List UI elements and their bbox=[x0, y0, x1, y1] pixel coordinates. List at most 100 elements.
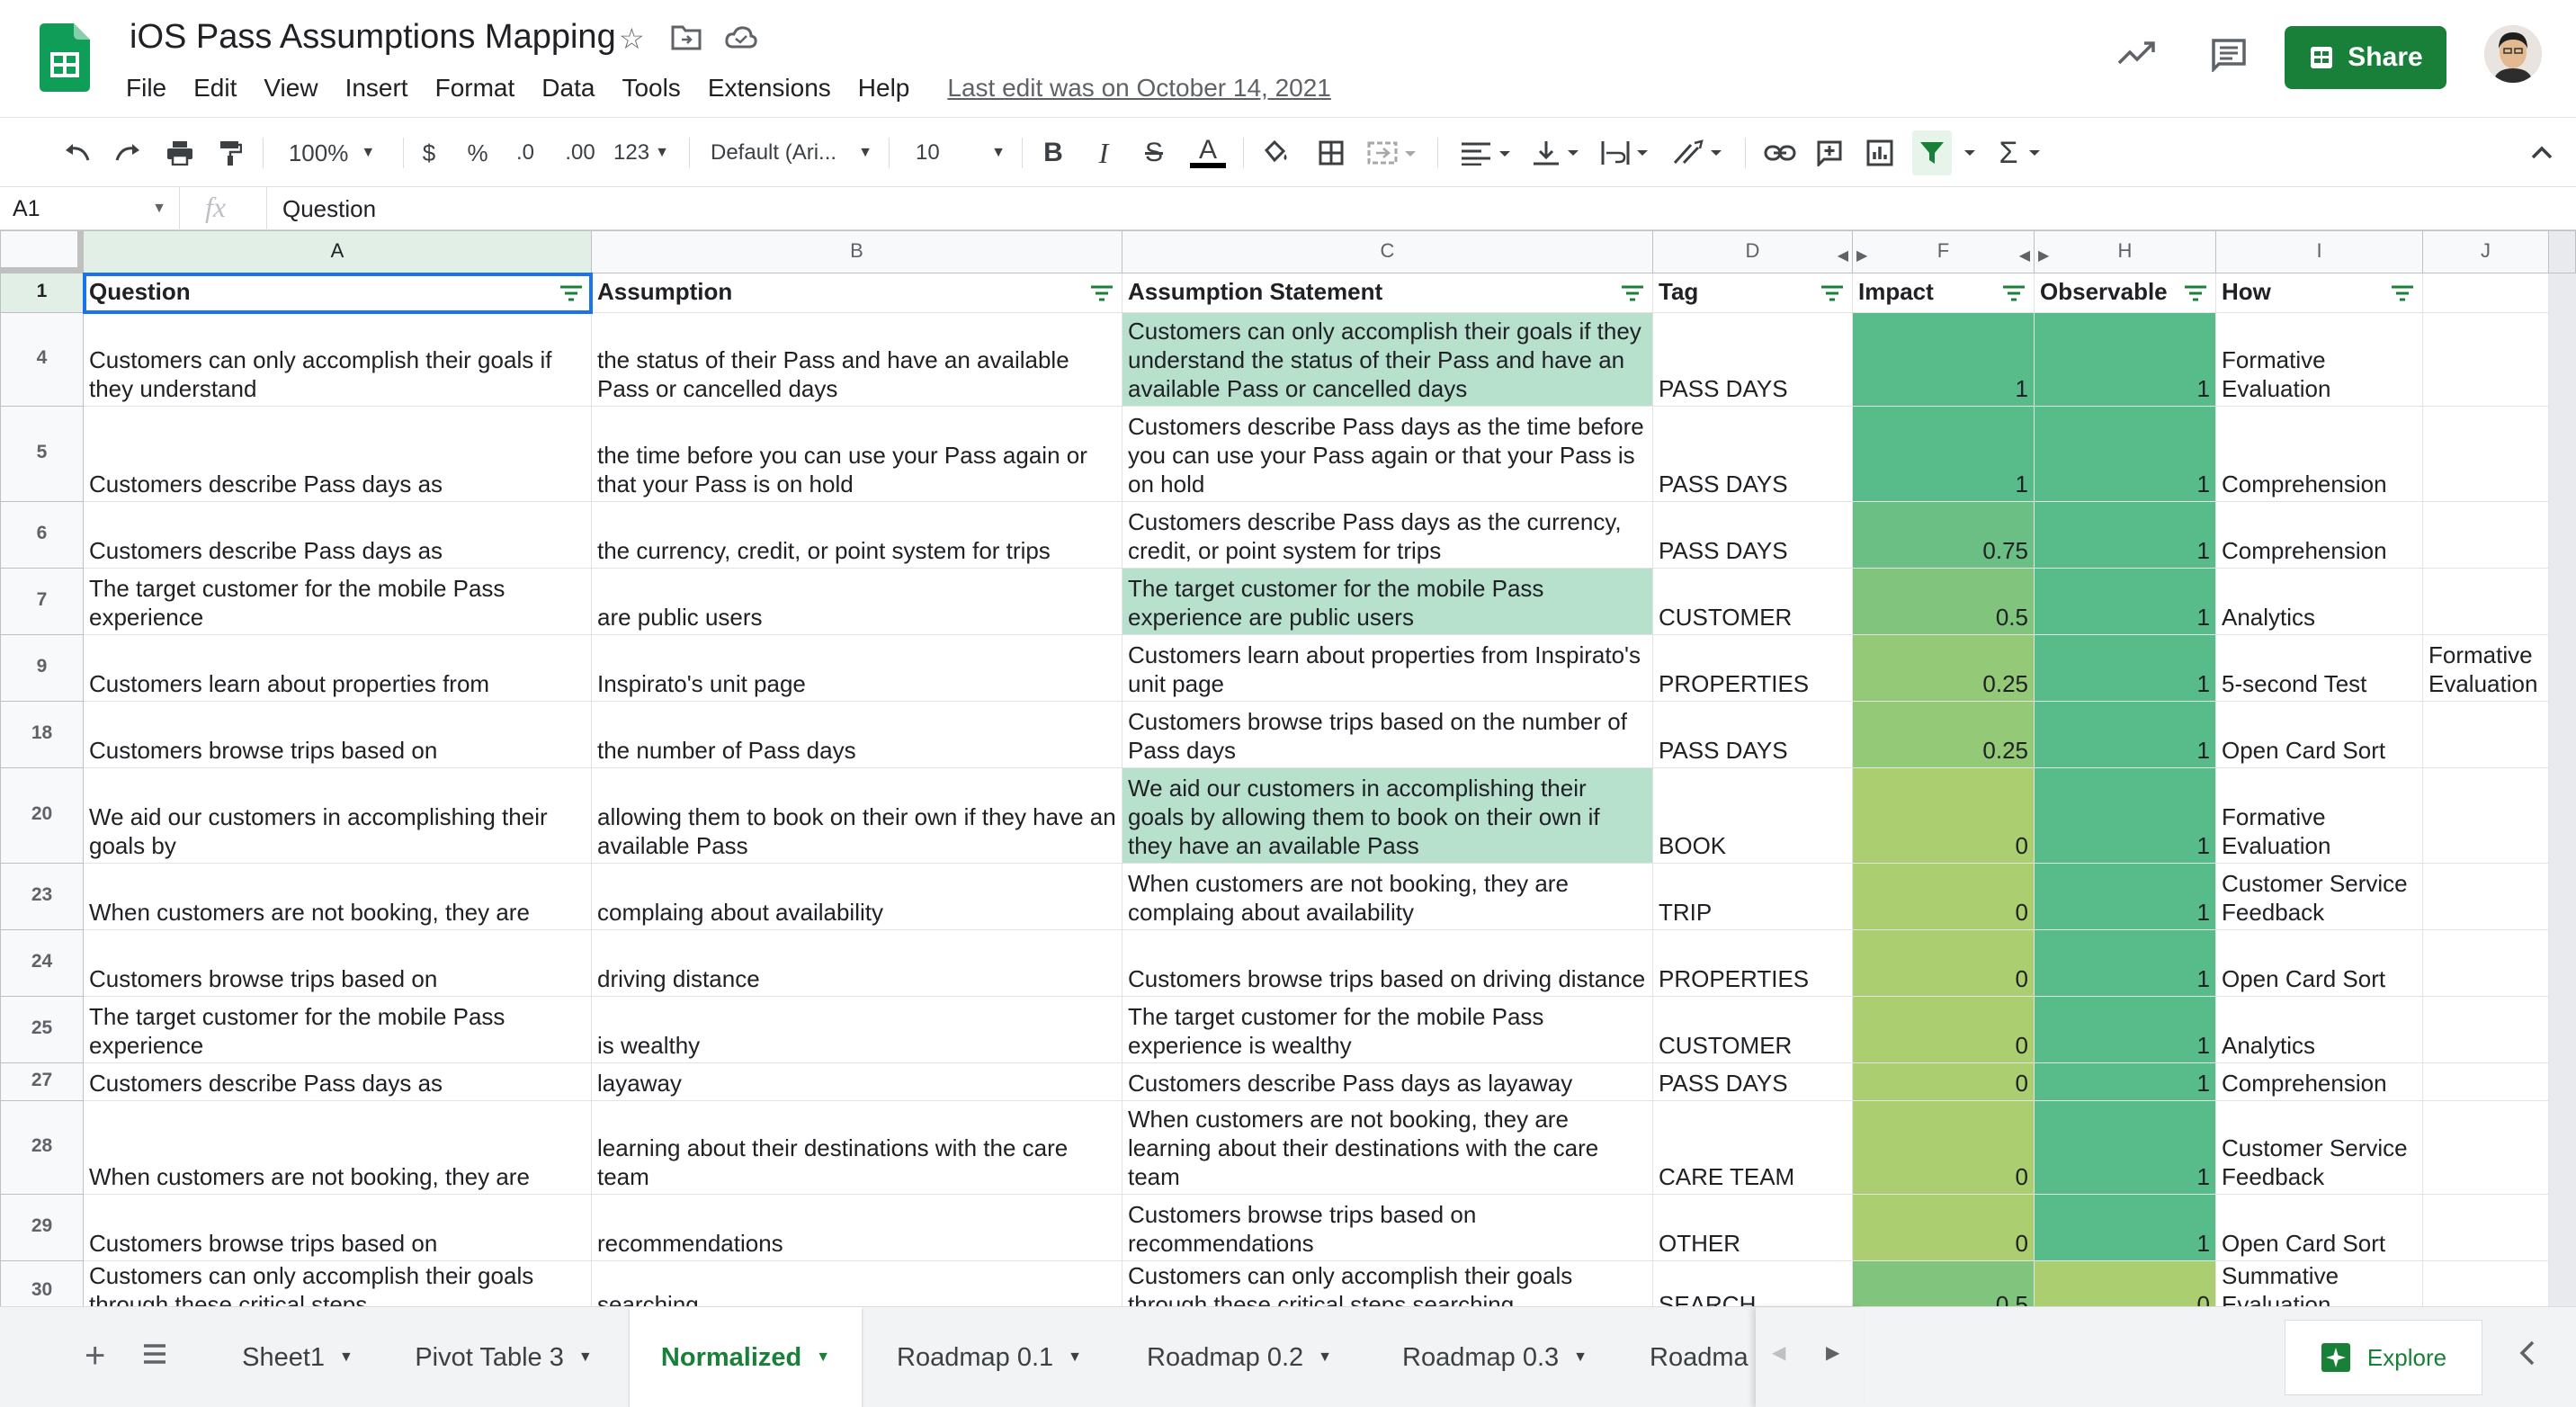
comments-icon[interactable] bbox=[2211, 38, 2247, 76]
all-sheets-list-icon[interactable] bbox=[142, 1343, 167, 1369]
scrollbar-track[interactable] bbox=[2548, 1194, 2576, 1261]
how-cell[interactable]: Customer Service Feedback bbox=[2215, 1100, 2423, 1195]
header-cell-assumption-statement[interactable]: Assumption Statement bbox=[1122, 273, 1653, 313]
hidden-column-left-arrow-icon[interactable]: ◀ bbox=[2019, 242, 2030, 271]
merge-cells-icon[interactable] bbox=[1365, 130, 1419, 175]
impact-cell[interactable]: 0 bbox=[1852, 929, 2035, 997]
tag-cell[interactable]: PASS DAYS bbox=[1652, 1062, 1853, 1101]
observable-cell[interactable]: 1 bbox=[2034, 863, 2216, 930]
assumption-statement-cell[interactable]: Customers browse trips based on driving … bbox=[1122, 929, 1653, 997]
scrollbar-track[interactable] bbox=[2548, 230, 2576, 273]
redo-icon[interactable] bbox=[110, 130, 146, 175]
add-sheet-icon[interactable]: + bbox=[85, 1338, 105, 1374]
print-icon[interactable] bbox=[162, 130, 198, 175]
row-header[interactable]: 9 bbox=[0, 634, 84, 702]
impact-cell[interactable]: 0 bbox=[1852, 767, 2035, 864]
menu-file[interactable]: File bbox=[126, 74, 166, 103]
row-header[interactable]: 20 bbox=[0, 767, 84, 864]
row-header[interactable]: 23 bbox=[0, 863, 84, 930]
observable-cell[interactable]: 1 bbox=[2034, 406, 2216, 502]
hidden-column-right-arrow-icon[interactable]: ▶ bbox=[2038, 242, 2049, 271]
text-wrapping-icon[interactable] bbox=[1597, 130, 1655, 175]
row-header[interactable]: 30 bbox=[0, 1260, 84, 1306]
scrollbar-track[interactable] bbox=[2548, 634, 2576, 702]
header-cell-tag[interactable]: Tag bbox=[1652, 273, 1853, 313]
cloud-status-icon[interactable] bbox=[725, 25, 757, 53]
observable-cell[interactable]: 1 bbox=[2034, 1194, 2216, 1261]
column-j-cell[interactable] bbox=[2422, 568, 2549, 635]
column-header-b[interactable]: B bbox=[591, 230, 1123, 273]
observable-cell[interactable]: 1 bbox=[2034, 634, 2216, 702]
horizontal-align-icon[interactable] bbox=[1459, 130, 1515, 175]
column-j-cell[interactable] bbox=[2422, 1260, 2549, 1306]
menu-data[interactable]: Data bbox=[541, 74, 595, 103]
observable-cell[interactable]: 1 bbox=[2034, 996, 2216, 1063]
assumption-cell[interactable]: Inspirato's unit page bbox=[591, 634, 1123, 702]
how-cell[interactable]: Comprehension bbox=[2215, 406, 2423, 502]
assumption-cell[interactable]: allowing them to book on their own if th… bbox=[591, 767, 1123, 864]
share-button[interactable]: Share bbox=[2285, 26, 2446, 89]
sheet-tab-normalized[interactable]: Normalized ▼ bbox=[630, 1307, 862, 1407]
column-j-cell[interactable] bbox=[2422, 701, 2549, 768]
menu-edit[interactable]: Edit bbox=[193, 74, 237, 103]
star-icon[interactable]: ☆ bbox=[619, 22, 645, 56]
column-header-f[interactable]: ▶ F ◀ bbox=[1852, 230, 2035, 273]
sheet-tab-roadmap-0-2[interactable]: Roadmap 0.2 ▼ bbox=[1115, 1307, 1364, 1407]
question-cell[interactable]: When customers are not booking, they are bbox=[83, 863, 592, 930]
impact-cell[interactable]: 1 bbox=[1852, 312, 2035, 407]
explore-button[interactable]: Explore bbox=[2285, 1320, 2482, 1395]
row-header[interactable]: 28 bbox=[0, 1100, 84, 1195]
text-color-button[interactable]: A bbox=[1187, 130, 1229, 175]
insert-link-icon[interactable] bbox=[1761, 130, 1799, 175]
last-edit-link[interactable]: Last edit was on October 14, 2021 bbox=[947, 74, 1331, 103]
observable-cell[interactable]: 1 bbox=[2034, 701, 2216, 768]
impact-cell[interactable]: 1 bbox=[1852, 406, 2035, 502]
scrollbar-track[interactable] bbox=[2548, 1260, 2576, 1306]
how-cell[interactable]: Open Card Sort bbox=[2215, 701, 2423, 768]
insert-comment-icon[interactable] bbox=[1811, 130, 1847, 175]
how-cell[interactable]: Open Card Sort bbox=[2215, 929, 2423, 997]
menu-insert[interactable]: Insert bbox=[345, 74, 408, 103]
question-cell[interactable]: Customers describe Pass days as bbox=[83, 1062, 592, 1101]
italic-button[interactable]: I bbox=[1090, 130, 1117, 175]
how-cell[interactable]: 5-second Test bbox=[2215, 634, 2423, 702]
sheets-logo-icon[interactable] bbox=[40, 23, 90, 92]
how-cell[interactable]: Comprehension bbox=[2215, 1062, 2423, 1101]
text-rotation-icon[interactable] bbox=[1669, 130, 1729, 175]
side-panel-collapse-icon[interactable] bbox=[2518, 1340, 2536, 1371]
question-cell[interactable]: Customers can only accomplish their goal… bbox=[83, 1260, 592, 1306]
name-box[interactable]: A1 ▼ bbox=[0, 187, 180, 230]
observable-cell[interactable]: 1 bbox=[2034, 1062, 2216, 1101]
question-cell[interactable]: Customers browse trips based on bbox=[83, 1194, 592, 1261]
paint-format-icon[interactable] bbox=[212, 130, 248, 175]
bold-button[interactable]: B bbox=[1040, 130, 1067, 175]
collapse-menus-chevron-icon[interactable] bbox=[2524, 130, 2560, 175]
column-header-a[interactable]: A bbox=[83, 230, 592, 273]
row-header[interactable]: 18 bbox=[0, 701, 84, 768]
scrollbar-track[interactable] bbox=[2548, 1100, 2576, 1195]
filter-icon[interactable] bbox=[2001, 284, 2026, 302]
header-cell-j[interactable] bbox=[2422, 273, 2549, 313]
row-header-1[interactable]: 1 bbox=[0, 273, 84, 313]
hidden-column-right-arrow-icon[interactable]: ▶ bbox=[1856, 242, 1867, 271]
impact-cell[interactable]: 0 bbox=[1852, 1062, 2035, 1101]
header-cell-impact[interactable]: Impact bbox=[1852, 273, 2035, 313]
how-cell[interactable]: Analytics bbox=[2215, 568, 2423, 635]
header-cell-observable[interactable]: Observable bbox=[2034, 273, 2216, 313]
how-cell[interactable]: Comprehension bbox=[2215, 501, 2423, 569]
tag-cell[interactable]: BOOK bbox=[1652, 767, 1853, 864]
scrollbar-track[interactable] bbox=[2548, 273, 2576, 313]
column-j-cell[interactable] bbox=[2422, 1194, 2549, 1261]
scrollbar-track[interactable] bbox=[2548, 929, 2576, 997]
column-j-cell[interactable] bbox=[2422, 1100, 2549, 1195]
impact-cell[interactable]: 0 bbox=[1852, 863, 2035, 930]
assumption-cell[interactable]: the number of Pass days bbox=[591, 701, 1123, 768]
borders-icon[interactable] bbox=[1313, 130, 1349, 175]
question-cell[interactable]: Customers describe Pass days as bbox=[83, 501, 592, 569]
column-j-cell[interactable] bbox=[2422, 863, 2549, 930]
menu-view[interactable]: View bbox=[264, 74, 318, 103]
vertical-align-icon[interactable] bbox=[1529, 130, 1585, 175]
column-j-cell[interactable] bbox=[2422, 406, 2549, 502]
assumption-cell[interactable]: the time before you can use your Pass ag… bbox=[591, 406, 1123, 502]
sheet-tab-sheet1[interactable]: Sheet1 ▼ bbox=[212, 1307, 383, 1407]
